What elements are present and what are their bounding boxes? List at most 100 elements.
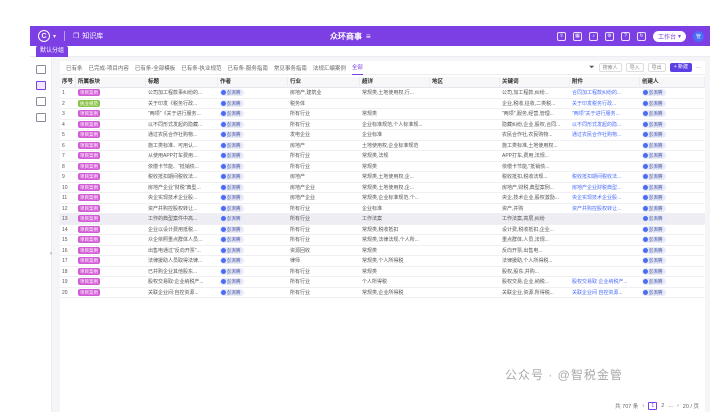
cell-section[interactable]: 项目案例: [76, 204, 146, 215]
cell-index[interactable]: 1: [60, 88, 76, 99]
cell-creator[interactable]: 彭湃腾: [640, 267, 705, 278]
cell-attachment[interactable]: [570, 235, 640, 246]
cell-author[interactable]: 彭湃腾: [218, 256, 288, 267]
cell-title[interactable]: 关于印发《税务行政...: [146, 99, 218, 110]
cell-region[interactable]: [430, 256, 500, 267]
cell-detail[interactable]: 常规类: [360, 162, 430, 173]
cell-creator[interactable]: 彭湃腾: [640, 277, 705, 288]
cell-title[interactable]: 已并购企业其他股东...: [146, 267, 218, 278]
table-row[interactable]: 10 项目案例 房地产企业"财税"典型... 彭湃腾 房地产企业 常规类,土地使用权,企.…: [60, 183, 705, 194]
cell-index[interactable]: 18: [60, 267, 76, 278]
cell-index[interactable]: 16: [60, 246, 76, 257]
sidebar-list-icon[interactable]: [36, 81, 46, 90]
cell-region[interactable]: [430, 214, 500, 225]
import-button[interactable]: 导入: [625, 63, 644, 72]
chevron-down-icon[interactable]: ▾: [53, 33, 56, 40]
cell-attachment[interactable]: 关于印发税务行政...: [570, 99, 640, 110]
cell-attachment[interactable]: [570, 141, 640, 152]
cell-region[interactable]: [430, 246, 500, 257]
col-attachment[interactable]: 附件: [570, 77, 640, 88]
cell-creator[interactable]: 彭湃腾: [640, 183, 705, 194]
cell-title[interactable]: 以不同形式发起的隐藏...: [146, 120, 218, 131]
cell-section[interactable]: 项目案例: [76, 130, 146, 141]
more-icon[interactable]: ⋯: [696, 65, 701, 71]
cell-author[interactable]: 彭湃腾: [218, 183, 288, 194]
cell-title[interactable]: 施工类标准、可用认...: [146, 141, 218, 152]
cell-keyword[interactable]: 资产,并购: [500, 204, 570, 215]
avatar[interactable]: 管: [693, 30, 704, 42]
cell-index[interactable]: 5: [60, 130, 76, 141]
cell-author[interactable]: 彭湃腾: [218, 172, 288, 183]
cell-creator[interactable]: 彭湃腾: [640, 130, 705, 141]
cell-creator[interactable]: 彭湃腾: [640, 162, 705, 173]
cell-region[interactable]: [430, 204, 500, 215]
cell-industry[interactable]: 房地产: [288, 172, 360, 183]
cell-industry[interactable]: 房地产,建筑业: [288, 88, 360, 99]
cell-attachment[interactable]: [570, 214, 640, 225]
table-row[interactable]: 3 项目案例 "两项"《关于进行服务... 彭湃腾 所有行业 常规类 "两项",服务,经营,…: [60, 109, 705, 120]
view-tab[interactable]: 常见事务指南: [274, 64, 307, 72]
table-row[interactable]: 16 项目案例 出售电通过"反向开票"... 彭湃腾 资源回收 常规类 反向开票,出售电..…: [60, 246, 705, 257]
refresh-icon[interactable]: ↻: [636, 31, 646, 41]
col-author[interactable]: 作者: [218, 77, 288, 88]
cell-creator[interactable]: 彭湃腾: [640, 109, 705, 120]
cell-industry[interactable]: 所有行业: [288, 204, 360, 215]
cell-author[interactable]: 彭湃腾: [218, 162, 288, 173]
cell-title[interactable]: 众企依照重点群体人员...: [146, 235, 218, 246]
cell-keyword[interactable]: 设计费,税收抵扣,企业...: [500, 225, 570, 236]
cell-keyword[interactable]: 法律援助,个人所得税...: [500, 256, 570, 267]
cell-index[interactable]: 3: [60, 109, 76, 120]
add-record-button[interactable]: + 新建: [669, 63, 692, 72]
cell-industry[interactable]: 所有行业: [288, 162, 360, 173]
cell-title[interactable]: 企业以设计费用抵税...: [146, 225, 218, 236]
cell-creator[interactable]: 彭湃腾: [640, 256, 705, 267]
cell-creator[interactable]: 彭湃腾: [640, 141, 705, 152]
cell-title[interactable]: 股权交易取:企业纳税产...: [146, 277, 218, 288]
cell-index[interactable]: 17: [60, 256, 76, 267]
cell-attachment[interactable]: [570, 246, 640, 257]
cell-section[interactable]: 项目案例: [76, 277, 146, 288]
cell-author[interactable]: 彭湃腾: [218, 214, 288, 225]
cell-detail[interactable]: 企业标准规范,个人标准规...: [360, 120, 430, 131]
cell-region[interactable]: [430, 277, 500, 288]
cell-title[interactable]: 房地产企业"财税"典型...: [146, 183, 218, 194]
cell-index[interactable]: 14: [60, 225, 76, 236]
table-row[interactable]: 12 项目案例 资产并购控股权转让... 彭湃腾 所有行业 企业标准 资产,并购 资产并购控股…: [60, 204, 705, 215]
cell-index[interactable]: 4: [60, 120, 76, 131]
export-button[interactable]: 导出: [647, 63, 666, 72]
cell-index[interactable]: 15: [60, 235, 76, 246]
workbench-button[interactable]: 工作台 ▾: [652, 30, 686, 42]
cell-title[interactable]: 关联企业间:自控资源...: [146, 288, 218, 299]
cell-detail[interactable]: 工作法案: [360, 214, 430, 225]
cell-section[interactable]: 项目案例: [76, 214, 146, 225]
cell-index[interactable]: 19: [60, 277, 76, 288]
table-row[interactable]: 5 项目案例 通过农民合作社购物... 彭湃腾 发电企业 企业标准 农民合作社,农民购物..…: [60, 130, 705, 141]
cell-keyword[interactable]: "两项",服务,经营,管理...: [500, 109, 570, 120]
cell-creator[interactable]: 彭湃腾: [640, 120, 705, 131]
cell-section[interactable]: 执业规范: [76, 99, 146, 110]
page-current[interactable]: 1: [648, 402, 658, 410]
sidebar-doc-icon[interactable]: [36, 97, 46, 106]
cell-keyword[interactable]: 房地产,财税,典型案例...: [500, 183, 570, 194]
cell-index[interactable]: 11: [60, 193, 76, 204]
cell-attachment[interactable]: 合同加工程款纠纷的...: [570, 88, 640, 99]
search-input[interactable]: 搜索人: [598, 63, 622, 72]
cell-region[interactable]: [430, 183, 500, 194]
cell-section[interactable]: 项目案例: [76, 256, 146, 267]
cell-author[interactable]: 彭湃腾: [218, 204, 288, 215]
cell-index[interactable]: 7: [60, 151, 76, 162]
cell-section[interactable]: 项目案例: [76, 109, 146, 120]
table-row[interactable]: 18 项目案例 已并购企业其他股东... 彭湃腾 所有行业 常规类 股权,股东,并购... 彭…: [60, 267, 705, 278]
view-tab-active[interactable]: 全部: [351, 61, 363, 75]
cell-industry[interactable]: 资源回收: [288, 246, 360, 257]
cell-keyword[interactable]: 反向开票,出售电...: [500, 246, 570, 257]
table-row[interactable]: 7 项目案例 从使用APP打车费用... 彭湃腾 所有行业 常规类,法规 APP打车,费用,…: [60, 151, 705, 162]
cell-creator[interactable]: 彭湃腾: [640, 172, 705, 183]
cell-attachment[interactable]: [570, 151, 640, 162]
cell-title[interactable]: "两项"《关于进行服务...: [146, 109, 218, 120]
view-tab[interactable]: 已完成-项目内容: [89, 64, 129, 72]
cell-attachment[interactable]: 通过农民合作社购物...: [570, 130, 640, 141]
page-next-number[interactable]: 2: [661, 403, 664, 409]
cell-keyword[interactable]: 税收抵扣,税收法规...: [500, 172, 570, 183]
col-detail[interactable]: 超详: [360, 77, 430, 88]
